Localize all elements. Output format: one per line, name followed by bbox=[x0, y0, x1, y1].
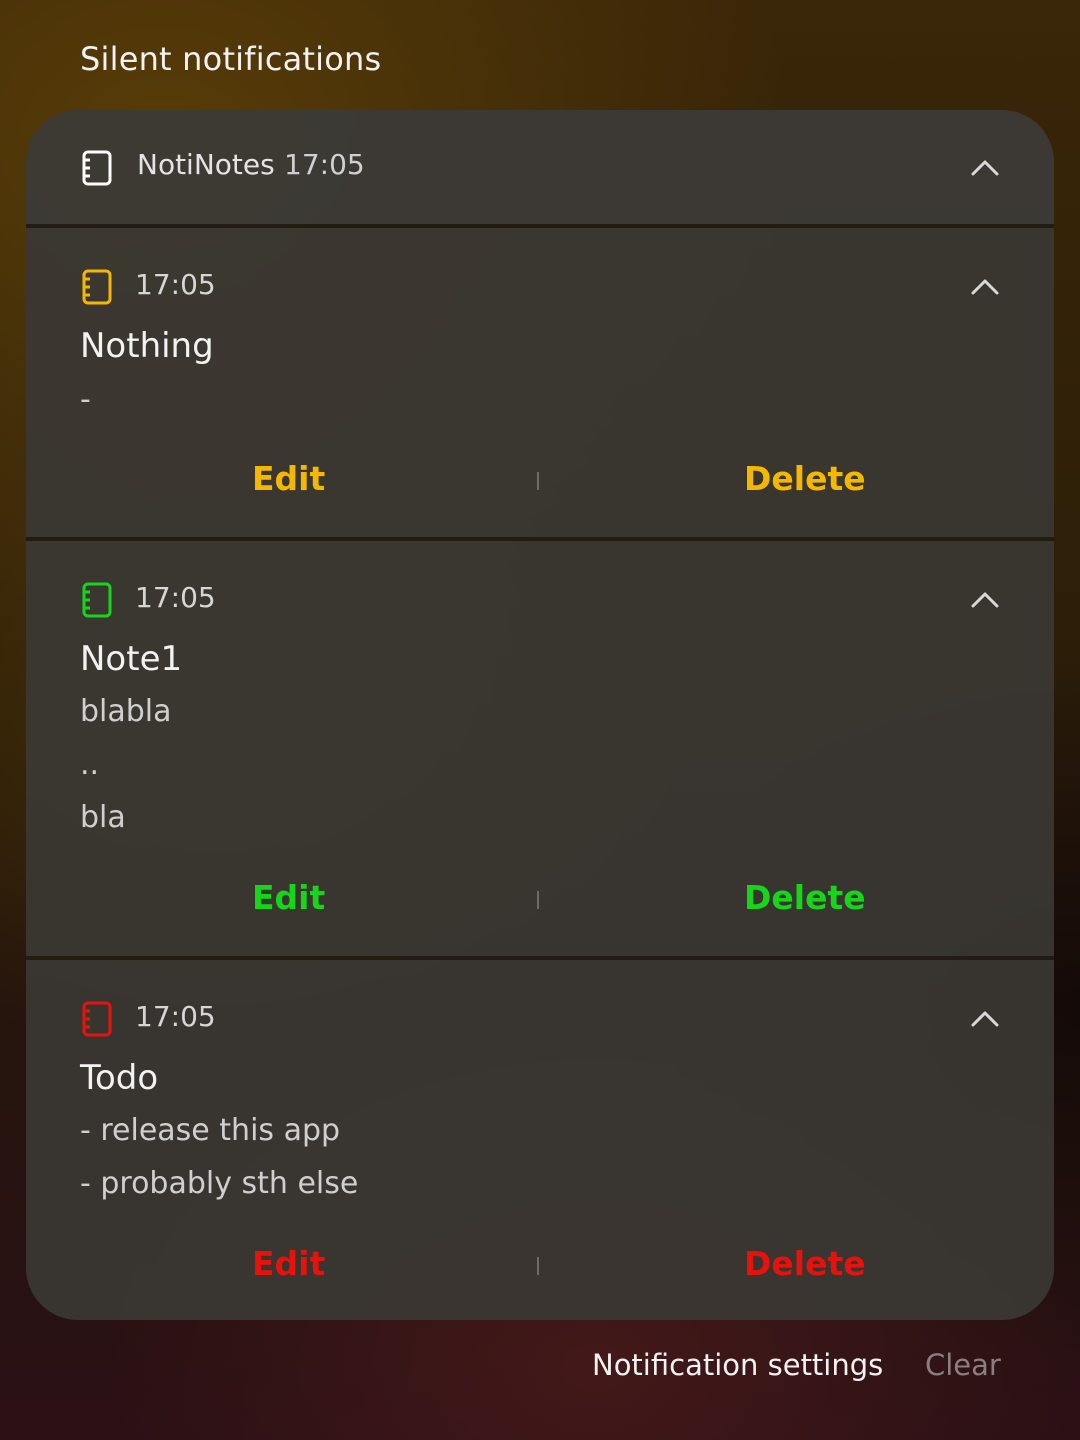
delete-button[interactable]: Delete bbox=[744, 1244, 866, 1283]
notification-title: Note1 bbox=[80, 639, 183, 679]
chevron-up-icon[interactable] bbox=[970, 159, 1000, 177]
notification-title: Nothing bbox=[80, 326, 214, 366]
action-separator bbox=[537, 472, 539, 490]
divider bbox=[26, 956, 1054, 960]
action-separator bbox=[537, 891, 539, 909]
notebook-icon bbox=[82, 150, 112, 186]
notification-card: NotiNotes 17:05 17:05 Nothing - Edit Del… bbox=[26, 110, 1054, 1320]
notification-text-line: - probably sth else bbox=[80, 1166, 359, 1201]
divider bbox=[26, 224, 1054, 228]
chevron-up-icon[interactable] bbox=[970, 1010, 1000, 1028]
edit-button[interactable]: Edit bbox=[252, 1244, 325, 1283]
chevron-up-icon[interactable] bbox=[970, 591, 1000, 609]
clear-button[interactable]: Clear bbox=[925, 1348, 1001, 1382]
group-header[interactable]: NotiNotes 17:05 bbox=[26, 110, 1054, 225]
chevron-up-icon[interactable] bbox=[970, 278, 1000, 296]
divider bbox=[26, 537, 1054, 541]
notification-text-line: - release this app bbox=[80, 1113, 341, 1148]
notification-time: 17:05 bbox=[135, 268, 216, 301]
action-separator bbox=[537, 1257, 539, 1275]
group-time: 17:05 bbox=[284, 148, 365, 181]
notification-title: Todo bbox=[80, 1058, 159, 1098]
notebook-icon bbox=[82, 1001, 112, 1037]
delete-button[interactable]: Delete bbox=[744, 878, 866, 917]
group-app-name: NotiNotes bbox=[137, 148, 275, 181]
notebook-icon bbox=[82, 582, 112, 618]
notification-time: 17:05 bbox=[135, 581, 216, 614]
notification-text-line: - bbox=[80, 382, 91, 417]
edit-button[interactable]: Edit bbox=[252, 878, 325, 917]
notification-time: 17:05 bbox=[135, 1000, 216, 1033]
notification-text-line: blabla bbox=[80, 694, 172, 729]
edit-button[interactable]: Edit bbox=[252, 459, 325, 498]
notification-settings-button[interactable]: Notification settings bbox=[592, 1348, 883, 1382]
notebook-icon bbox=[82, 269, 112, 305]
section-title: Silent notifications bbox=[80, 40, 382, 78]
notification-text-line: bla bbox=[80, 800, 126, 835]
notification-text-line: .. bbox=[80, 747, 100, 782]
delete-button[interactable]: Delete bbox=[744, 459, 866, 498]
